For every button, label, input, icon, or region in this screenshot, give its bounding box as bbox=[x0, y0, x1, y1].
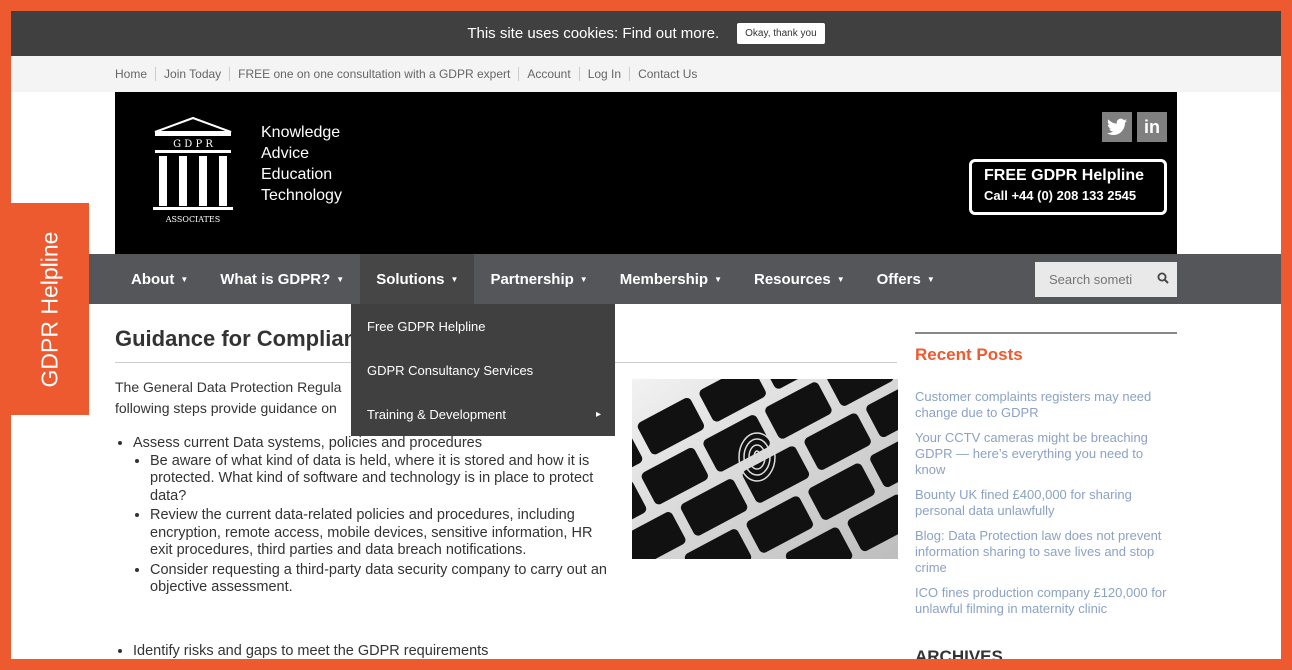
gdpr-associates-logo[interactable]: G D P R ASSOCIATES bbox=[153, 116, 233, 226]
helpline-phone: Call +44 (0) 208 133 2545 bbox=[984, 188, 1137, 203]
nav-label: Solutions bbox=[376, 270, 445, 288]
archives-heading: ARCHIVES bbox=[915, 647, 1003, 659]
list-item: Consider requesting a third-party data s… bbox=[150, 562, 615, 597]
solutions-dropdown: Free GDPR Helpline GDPR Consultancy Serv… bbox=[351, 304, 615, 436]
dropdown-item-training[interactable]: Training & Development ▸ bbox=[351, 392, 615, 436]
nav-resources[interactable]: Resources ▼ bbox=[738, 254, 861, 304]
recent-post-link[interactable]: ICO fines production company £120,000 fo… bbox=[915, 585, 1177, 617]
top-link-join[interactable]: Join Today bbox=[155, 67, 229, 81]
keyboard-fingerprint-image bbox=[632, 379, 898, 559]
search-box bbox=[1035, 262, 1177, 297]
nav-label: Partnership bbox=[490, 270, 574, 288]
top-link-consultation[interactable]: FREE one on one consultation with a GDPR… bbox=[229, 67, 518, 81]
recent-post-link[interactable]: Blog: Data Protection law does not preve… bbox=[915, 528, 1177, 576]
nav-what-is-gdpr[interactable]: What is GDPR? ▼ bbox=[204, 254, 360, 304]
top-link-login[interactable]: Log In bbox=[578, 67, 629, 81]
search-input[interactable] bbox=[1035, 262, 1149, 297]
nav-label: Offers bbox=[876, 270, 921, 288]
list-item-text: Assess current Data systems, policies an… bbox=[133, 435, 482, 451]
dropdown-item-free-helpline[interactable]: Free GDPR Helpline bbox=[351, 304, 615, 348]
gdpr-helpline-tab[interactable]: GDPR Helpline bbox=[11, 203, 89, 415]
caret-down-icon: ▼ bbox=[336, 274, 345, 284]
nav-label: What is GDPR? bbox=[220, 270, 331, 288]
top-link-account[interactable]: Account bbox=[518, 67, 578, 81]
top-links: Home Join Today FREE one on one consulta… bbox=[11, 56, 1281, 92]
caret-down-icon: ▼ bbox=[180, 274, 189, 284]
caret-down-icon: ▼ bbox=[714, 274, 722, 284]
caret-down-icon: ▼ bbox=[579, 274, 588, 284]
site-header: G D P R ASSOCIATES Knowledge Advice Educ… bbox=[115, 92, 1177, 254]
list-item: Assess current Data systems, policies an… bbox=[133, 435, 615, 597]
tagline-line: Education bbox=[261, 166, 333, 183]
recent-post-link[interactable]: Bounty UK fined £400,000 for sharing per… bbox=[915, 487, 1177, 519]
chevron-right-icon: ▸ bbox=[595, 408, 601, 420]
tagline-line: Technology bbox=[261, 187, 342, 204]
nav-label: Resources bbox=[754, 270, 831, 288]
nav-solutions[interactable]: Solutions ▼ bbox=[360, 254, 475, 304]
nav-partnership[interactable]: Partnership ▼ bbox=[474, 254, 603, 304]
cookie-find-out-more-link[interactable]: Find out more. bbox=[622, 25, 719, 42]
dropdown-item-label: GDPR Consultancy Services bbox=[367, 362, 534, 378]
page-frame: This site uses cookies: Find out more. O… bbox=[11, 11, 1281, 659]
cookie-bar: This site uses cookies: Find out more. O… bbox=[11, 11, 1281, 56]
nav-label: About bbox=[131, 270, 175, 288]
helpline-title: FREE GDPR Helpline bbox=[984, 167, 1145, 184]
list-item-text: Identify risks and gaps to meet the GDPR… bbox=[133, 642, 489, 659]
dropdown-item-label: Free GDPR Helpline bbox=[367, 318, 486, 334]
caret-down-icon: ▼ bbox=[836, 274, 845, 284]
recent-post-link[interactable]: Customer complaints registers may need c… bbox=[915, 389, 1177, 421]
helpline-box[interactable]: FREE GDPR Helpline Call +44 (0) 208 133 … bbox=[969, 159, 1167, 215]
side-tab-label: GDPR Helpline bbox=[36, 231, 63, 387]
nav-membership[interactable]: Membership ▼ bbox=[604, 254, 738, 304]
nav-label: Membership bbox=[619, 270, 709, 288]
dropdown-item-label: Training & Development bbox=[367, 406, 506, 422]
list-item: Review the current data-related policies… bbox=[150, 507, 615, 560]
cookie-accept-button[interactable]: Okay, thank you bbox=[737, 23, 825, 44]
dropdown-item-consultancy[interactable]: GDPR Consultancy Services bbox=[351, 348, 615, 392]
cookie-text: This site uses cookies: bbox=[467, 25, 619, 42]
nav-offers[interactable]: Offers ▼ bbox=[861, 254, 951, 304]
logo-associates-text: ASSOCIATES bbox=[165, 215, 220, 224]
tagline-line: Advice bbox=[261, 145, 310, 162]
cookie-message: This site uses cookies: Find out more. bbox=[467, 25, 719, 42]
main-nav: About ▼ What is GDPR? ▼ Solutions ▼ Partner… bbox=[11, 254, 1281, 304]
nav-about[interactable]: About ▼ bbox=[115, 254, 204, 304]
twitter-icon[interactable] bbox=[1102, 112, 1132, 142]
list-item: Be aware of what kind of data is held, w… bbox=[150, 453, 615, 506]
tagline: Knowledge Advice Education Technology bbox=[261, 122, 342, 206]
top-link-home[interactable]: Home bbox=[115, 67, 155, 81]
list-item: Identify risks and gaps to meet the GDPR… bbox=[133, 643, 615, 660]
caret-down-icon: ▼ bbox=[450, 274, 459, 284]
sidebar: Recent Posts Customer complaints registe… bbox=[915, 332, 1177, 659]
social-links: in bbox=[1102, 112, 1167, 142]
caret-down-icon: ▼ bbox=[926, 274, 935, 284]
recent-posts-heading: Recent Posts bbox=[915, 345, 1023, 364]
recent-post-link[interactable]: Your CCTV cameras might be breaching GDP… bbox=[915, 430, 1177, 478]
logo-gdpr-text: G D P R bbox=[173, 139, 213, 150]
search-icon[interactable] bbox=[1149, 272, 1177, 287]
linkedin-icon[interactable]: in bbox=[1137, 112, 1167, 142]
tagline-line: Knowledge bbox=[261, 124, 341, 141]
guidance-list: Assess current Data systems, policies an… bbox=[115, 435, 615, 659]
top-link-contact[interactable]: Contact Us bbox=[629, 67, 705, 81]
list-spacer bbox=[133, 599, 615, 641]
